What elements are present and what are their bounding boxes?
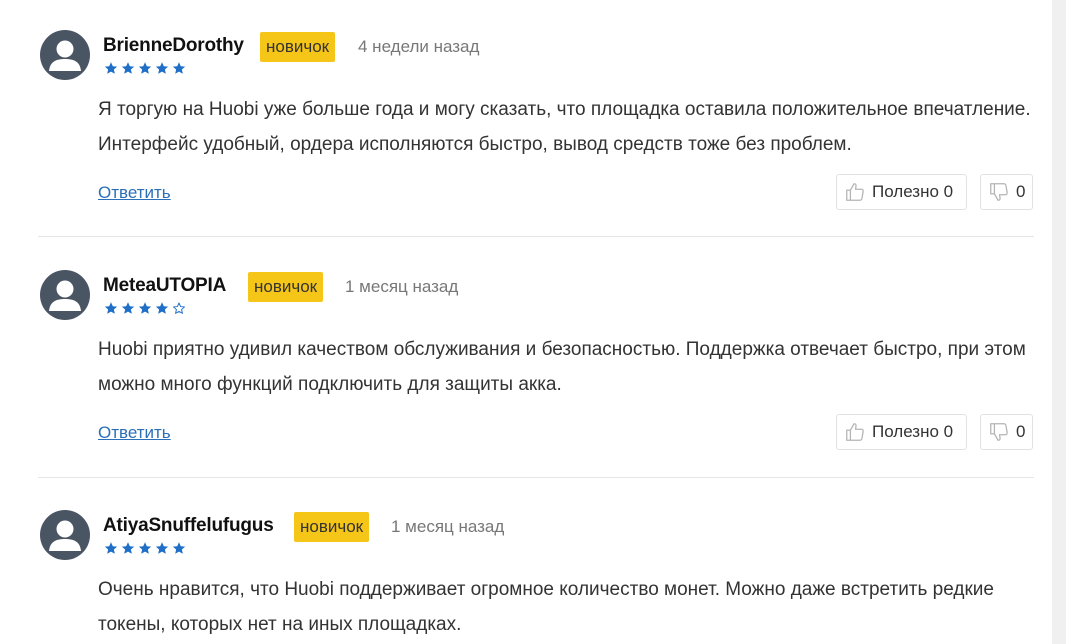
star-icon [103,61,119,76]
star-icon [137,301,153,316]
star-icon [120,301,136,316]
useful-label: Полезно 0 [872,182,954,201]
star-icon [171,61,187,76]
useful-button[interactable]: Полезно 0 [836,414,967,450]
reviews-panel: BrienneDorothy новичок 4 недели назад Я … [0,0,1052,644]
rating-stars [103,61,187,76]
star-icon [103,541,119,556]
star-icon [120,61,136,76]
rating-stars [103,301,187,316]
review-text: Huobi приятно удивил качеством обслужива… [98,339,1026,395]
star-icon [120,541,136,556]
user-avatar-icon [40,510,90,560]
star-icon [154,61,170,76]
divider [38,236,1034,237]
reply-link[interactable]: Ответить [98,183,171,203]
star-outline-icon [171,301,187,316]
star-icon [154,541,170,556]
review-author[interactable]: BrienneDorothy [103,35,244,57]
divider [38,477,1034,478]
rating-stars [103,541,187,556]
star-icon [154,301,170,316]
review-time: 1 месяц назад [391,517,505,536]
star-icon [103,301,119,316]
dislike-count: 0 [1016,422,1026,441]
star-icon [171,541,187,556]
dislike-button[interactable]: 0 [980,414,1033,450]
status-badge: новичок [294,512,370,542]
dislike-count: 0 [1016,182,1026,201]
user-avatar-icon [40,270,90,320]
thumbs-up-icon [844,421,866,443]
star-icon [137,61,153,76]
status-badge: новичок [248,272,324,302]
thumbs-down-icon [988,181,1010,203]
reply-link[interactable]: Ответить [98,423,171,443]
review-author[interactable]: AtiyaSnuffelufugus [103,515,274,537]
thumbs-up-icon [844,181,866,203]
useful-label: Полезно 0 [872,422,954,441]
status-badge: новичок [260,32,336,62]
dislike-button[interactable]: 0 [980,174,1033,210]
useful-button[interactable]: Полезно 0 [836,174,967,210]
review-author[interactable]: MeteaUTOPIA [103,275,226,297]
review-time: 4 недели назад [358,37,480,56]
review-text: Очень нравится, что Huobi поддерживает о… [98,579,994,635]
review-text: Я торгую на Huobi уже больше года и могу… [98,99,1031,155]
thumbs-down-icon [988,421,1010,443]
user-avatar-icon [40,30,90,80]
star-icon [137,541,153,556]
review-time: 1 месяц назад [345,277,459,296]
